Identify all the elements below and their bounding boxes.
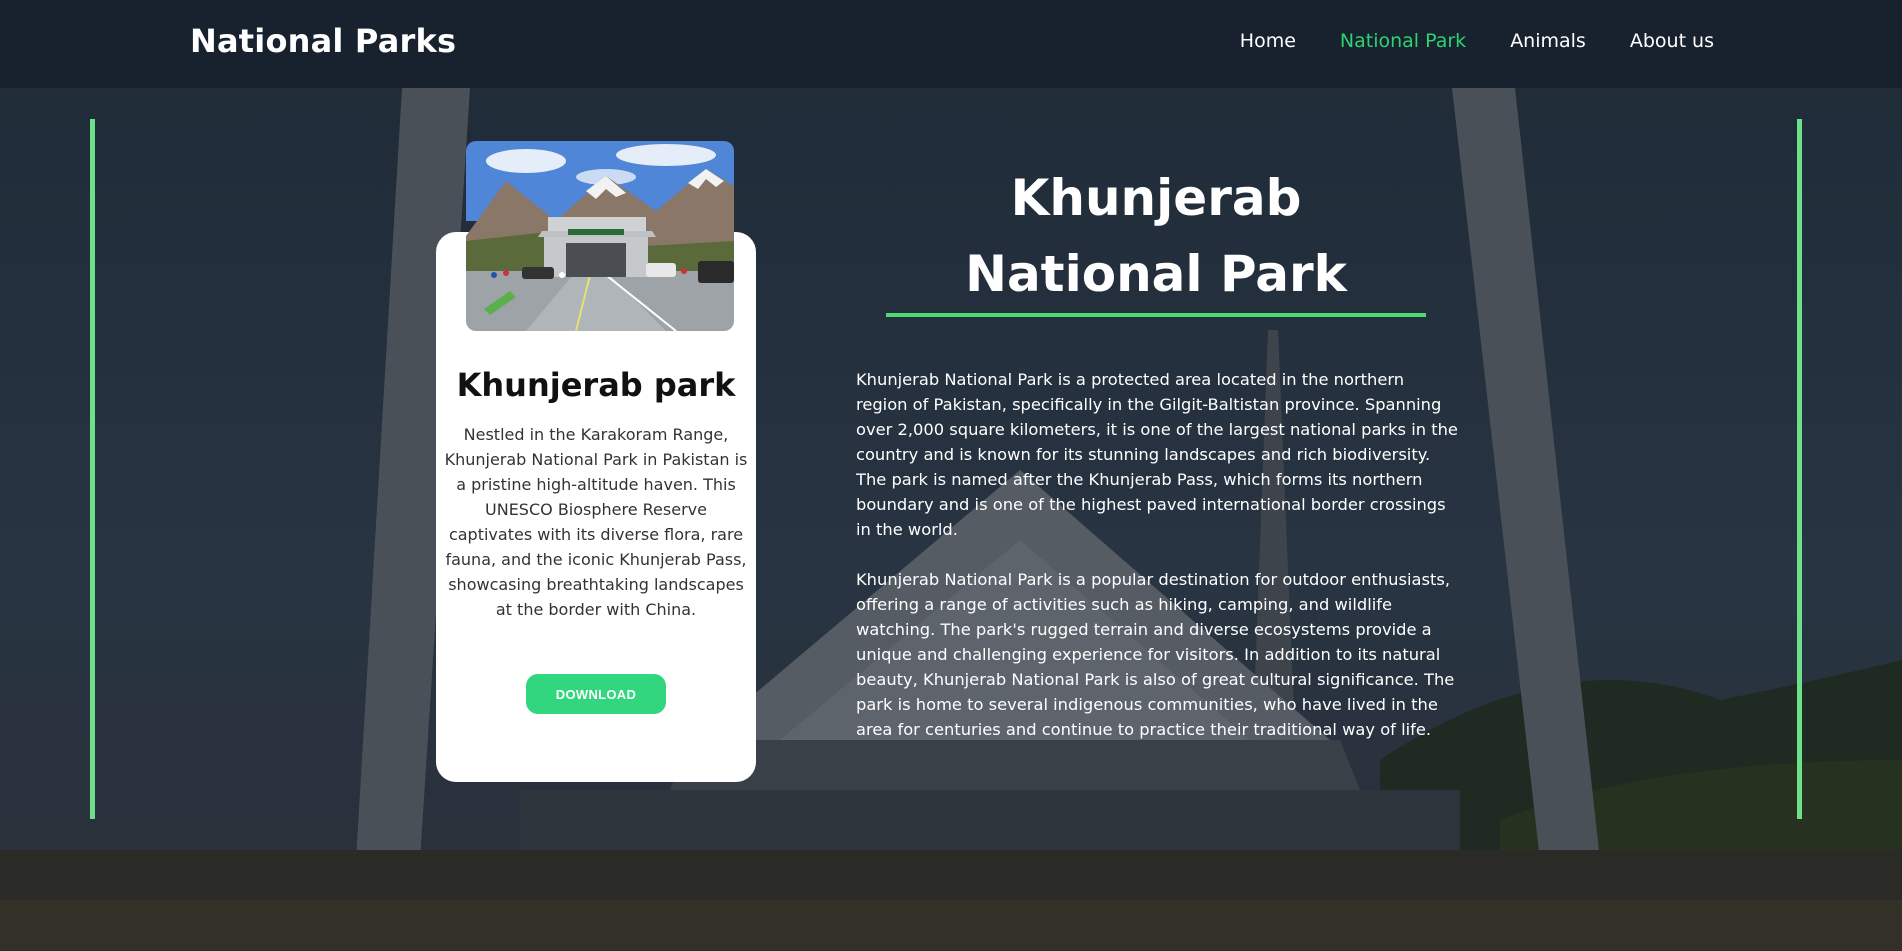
- paragraph-activities: Khunjerab National Park is a popular des…: [856, 570, 1455, 739]
- nav-national-park[interactable]: National Park: [1340, 30, 1466, 52]
- park-photo: [466, 141, 734, 331]
- card-title: Khunjerab park: [456, 366, 736, 404]
- left-accent-bar: [90, 119, 95, 819]
- nav-about-us[interactable]: About us: [1630, 30, 1714, 52]
- brand-logo-text[interactable]: National Parks: [190, 22, 456, 60]
- download-button[interactable]: DOWNLOAD: [526, 674, 666, 714]
- nav-home[interactable]: Home: [1240, 30, 1296, 52]
- title-underline: [886, 313, 1426, 317]
- card-description: Nestled in the Karakoram Range, Khunjera…: [444, 425, 748, 619]
- main-nav: Home National Park Animals About us: [1240, 30, 1714, 52]
- site-header: National Parks Home National Park Animal…: [0, 0, 1902, 88]
- park-description: Khunjerab National Park is a protected a…: [856, 367, 1460, 767]
- paragraph-intro: Khunjerab National Park is a protected a…: [856, 370, 1458, 539]
- page-title: Khunjerab National Park: [965, 169, 1347, 303]
- right-accent-bar: [1797, 119, 1802, 819]
- nav-animals[interactable]: Animals: [1510, 30, 1586, 52]
